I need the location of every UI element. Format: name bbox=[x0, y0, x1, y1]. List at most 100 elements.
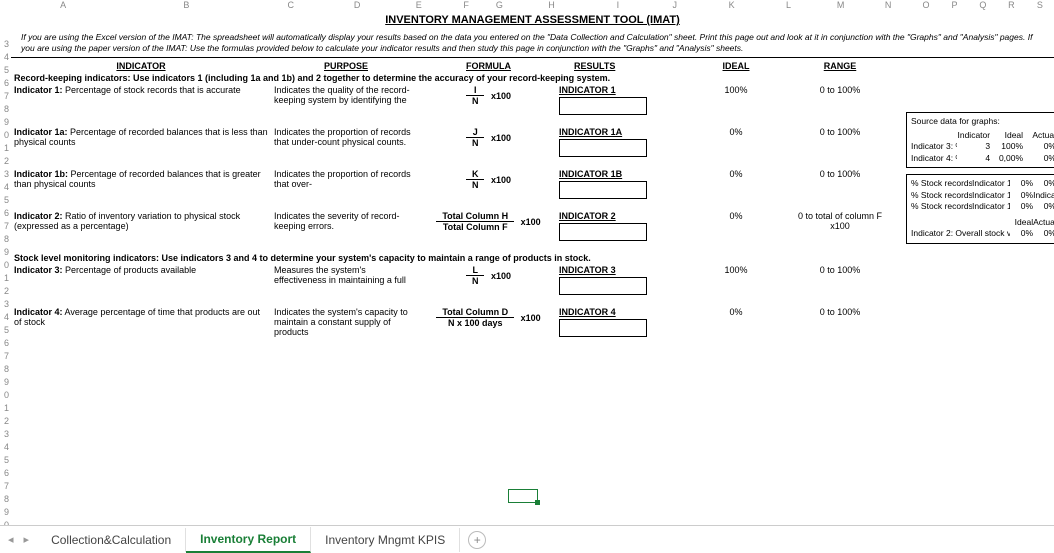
ind1-ideal: 100% bbox=[686, 84, 786, 116]
row-header[interactable]: 9 bbox=[0, 116, 11, 129]
add-sheet-button[interactable]: + bbox=[468, 531, 486, 549]
row-header[interactable]: 7 bbox=[0, 350, 11, 363]
active-cell-cursor[interactable] bbox=[508, 489, 538, 503]
row-header[interactable]: 9 bbox=[0, 376, 11, 389]
col-header-S[interactable]: S bbox=[1026, 0, 1054, 12]
col-header-I[interactable]: I bbox=[589, 0, 646, 12]
row-header[interactable]: 3 bbox=[0, 38, 11, 51]
row-header[interactable]: 0 bbox=[0, 129, 11, 142]
chevron-left-icon[interactable]: ◂ bbox=[8, 533, 14, 546]
fill-handle-icon[interactable] bbox=[535, 500, 540, 505]
col-header-E[interactable]: E bbox=[390, 0, 447, 12]
ind2-name: Indicator 2: bbox=[14, 211, 63, 221]
row-header[interactable]: 4 bbox=[0, 51, 11, 64]
col-header-F[interactable]: F bbox=[447, 0, 485, 12]
row-header[interactable]: 4 bbox=[0, 441, 11, 454]
row-header[interactable]: 9 bbox=[0, 506, 11, 519]
side2-v1b: 0% bbox=[1033, 178, 1054, 189]
ind3-mult: x100 bbox=[491, 271, 511, 281]
worksheet-area[interactable]: INVENTORY MANAGEMENT ASSESSMENT TOOL (IM… bbox=[11, 12, 1054, 525]
row-header[interactable]: 1 bbox=[0, 142, 11, 155]
col-header-N[interactable]: N bbox=[864, 0, 911, 12]
row-header[interactable]: 8 bbox=[0, 233, 11, 246]
tab-collection-calculation[interactable]: Collection&Calculation bbox=[37, 528, 186, 552]
side2-v4a: 0% bbox=[1010, 228, 1033, 239]
ind1a-den: N bbox=[466, 138, 485, 148]
col-header-A[interactable]: A bbox=[11, 0, 115, 12]
col-header-K[interactable]: K bbox=[703, 0, 760, 12]
col-header-G[interactable]: G bbox=[485, 0, 513, 12]
row-header[interactable]: 6 bbox=[0, 467, 11, 480]
row-header[interactable] bbox=[0, 12, 11, 25]
side2-h1: Ideal bbox=[1010, 217, 1033, 228]
row-header[interactable]: 5 bbox=[0, 64, 11, 77]
side1-h1: Indicator bbox=[957, 130, 990, 141]
ind1a-result-box[interactable] bbox=[559, 139, 647, 157]
tab-inventory-report[interactable]: Inventory Report bbox=[186, 527, 311, 553]
indicator-4-row: Indicator 4: Average percentage of time … bbox=[11, 306, 894, 338]
ind2-result-label: INDICATOR 2 bbox=[559, 211, 683, 221]
ind3-result-box[interactable] bbox=[559, 277, 647, 295]
ind1b-result-box[interactable] bbox=[559, 181, 647, 199]
side2-v3b: 0% bbox=[1033, 201, 1054, 212]
row-header[interactable]: 3 bbox=[0, 168, 11, 181]
row-header[interactable]: 6 bbox=[0, 337, 11, 350]
col-header-J[interactable]: J bbox=[646, 0, 703, 12]
col-header-P[interactable]: P bbox=[940, 0, 968, 12]
col-header-L[interactable]: L bbox=[760, 0, 817, 12]
col-header-B[interactable]: B bbox=[115, 0, 257, 12]
col-range: RANGE bbox=[786, 60, 894, 72]
row-header[interactable]: 1 bbox=[0, 272, 11, 285]
row-header[interactable] bbox=[0, 25, 11, 38]
col-header-H[interactable]: H bbox=[514, 0, 590, 12]
ind4-den: N x 100 days bbox=[436, 318, 514, 328]
col-header-R[interactable]: R bbox=[997, 0, 1025, 12]
row-header[interactable]: 9 bbox=[0, 246, 11, 259]
row-header[interactable]: 5 bbox=[0, 454, 11, 467]
side1-v1b: 100% bbox=[990, 141, 1023, 152]
col-header-Q[interactable]: Q bbox=[969, 0, 997, 12]
row-header[interactable]: 3 bbox=[0, 428, 11, 441]
row-header[interactable]: 6 bbox=[0, 77, 11, 90]
row-header[interactable]: 8 bbox=[0, 493, 11, 506]
row-header[interactable]: 5 bbox=[0, 324, 11, 337]
source-data-box-2: % Stock records that Indicator 1 0% 0% %… bbox=[906, 174, 1054, 243]
row-header[interactable]: 7 bbox=[0, 90, 11, 103]
tab-nav-arrows[interactable]: ◂ ▸ bbox=[6, 533, 37, 546]
row-header[interactable]: 6 bbox=[0, 207, 11, 220]
ind1a-fraction: J N bbox=[466, 127, 485, 148]
ind4-result-box[interactable] bbox=[559, 319, 647, 337]
col-header-D[interactable]: D bbox=[324, 0, 390, 12]
ind1-result-box[interactable] bbox=[559, 97, 647, 115]
row-header[interactable]: 7 bbox=[0, 220, 11, 233]
row-header[interactable]: 2 bbox=[0, 415, 11, 428]
tab-inventory-mgmt-kpis[interactable]: Inventory Mngmt KPIS bbox=[311, 528, 460, 552]
col-header-O[interactable]: O bbox=[912, 0, 940, 12]
col-header-C[interactable]: C bbox=[258, 0, 324, 12]
row-header[interactable]: 2 bbox=[0, 155, 11, 168]
row-header[interactable]: 7 bbox=[0, 480, 11, 493]
ind4-fraction: Total Column D N x 100 days bbox=[436, 307, 514, 328]
indicator-1a-row: Indicator 1a: Percentage of recorded bal… bbox=[11, 126, 894, 158]
side2-l3b: Indicator 1 bbox=[972, 201, 1010, 212]
side1-h2: Ideal bbox=[990, 130, 1023, 141]
row-header[interactable]: 4 bbox=[0, 181, 11, 194]
row-header[interactable]: 8 bbox=[0, 103, 11, 116]
ind1b-ideal: 0% bbox=[686, 168, 786, 200]
row-header[interactable]: 0 bbox=[0, 259, 11, 272]
plus-icon: + bbox=[474, 533, 481, 547]
side1-title: Source data for graphs: bbox=[911, 116, 1054, 126]
row-header[interactable]: 1 bbox=[0, 402, 11, 415]
ind3-desc: Percentage of products available bbox=[65, 265, 196, 275]
col-header-M[interactable]: M bbox=[817, 0, 864, 12]
indicators-table: INDICATOR PURPOSE FORMULA RESULTS IDEAL … bbox=[11, 60, 894, 338]
row-header[interactable]: 4 bbox=[0, 311, 11, 324]
ind2-result-box[interactable] bbox=[559, 223, 647, 241]
row-header[interactable]: 5 bbox=[0, 194, 11, 207]
row-header[interactable]: 2 bbox=[0, 285, 11, 298]
ind3-num: L bbox=[466, 265, 485, 276]
chevron-right-icon[interactable]: ▸ bbox=[24, 533, 30, 546]
row-header[interactable]: 8 bbox=[0, 363, 11, 376]
row-header[interactable]: 3 bbox=[0, 298, 11, 311]
row-header[interactable]: 0 bbox=[0, 389, 11, 402]
